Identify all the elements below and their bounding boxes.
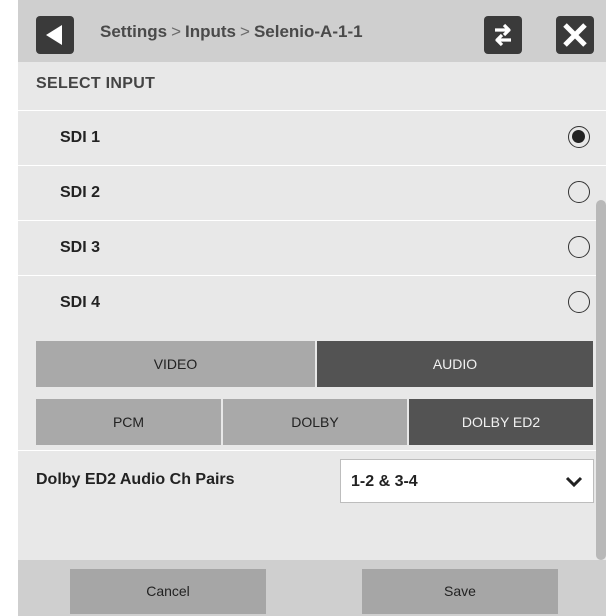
footer-bar: Cancel Save: [18, 560, 606, 616]
section-title: SELECT INPUT: [36, 75, 156, 92]
breadcrumb-settings: Settings: [100, 22, 168, 41]
breadcrumb: Settings > Inputs > Selenio-A-1-1: [100, 22, 363, 42]
dolby-ed2-ch-pairs-row: Dolby ED2 Audio Ch Pairs 1-2 & 3-4: [18, 450, 606, 511]
settings-panel: Settings > Inputs > Selenio-A-1-1 SELECT INP…: [18, 0, 606, 616]
header-bar: Settings > Inputs > Selenio-A-1-1: [18, 0, 606, 62]
radio-unselected-icon[interactable]: [568, 181, 590, 203]
input-option-sdi-1[interactable]: SDI 1: [18, 110, 606, 166]
close-button[interactable]: [556, 16, 594, 54]
input-option-label: SDI 1: [60, 129, 101, 146]
save-button[interactable]: Save: [362, 569, 558, 614]
select-value: 1-2 & 3-4: [351, 473, 418, 490]
dolby-ed2-ch-pairs-label: Dolby ED2 Audio Ch Pairs: [36, 471, 235, 488]
video-audio-tabs: VIDEO AUDIO: [36, 341, 593, 387]
input-option-label: SDI 4: [60, 294, 101, 311]
chevron-down-icon: [565, 476, 583, 488]
radio-unselected-icon[interactable]: [568, 291, 590, 313]
audio-type-dolby-ed2-button[interactable]: DOLBY ED2: [407, 399, 593, 445]
tab-video[interactable]: VIDEO: [36, 341, 315, 387]
audio-type-selector: PCM DOLBY DOLBY ED2: [36, 399, 593, 445]
input-option-label: SDI 3: [60, 239, 101, 256]
input-option-sdi-4[interactable]: SDI 4: [18, 275, 606, 331]
input-option-sdi-3[interactable]: SDI 3: [18, 220, 606, 276]
radio-unselected-icon[interactable]: [568, 236, 590, 258]
breadcrumb-separator: >: [171, 22, 181, 41]
radio-selected-icon[interactable]: [568, 126, 590, 148]
swap-arrows-icon: [495, 23, 511, 47]
input-option-label: SDI 2: [60, 184, 101, 201]
audio-type-pcm-button[interactable]: PCM: [36, 399, 221, 445]
swap-button[interactable]: [484, 16, 522, 54]
tab-audio[interactable]: AUDIO: [315, 341, 593, 387]
cancel-button[interactable]: Cancel: [70, 569, 266, 614]
dolby-ed2-ch-pairs-select[interactable]: 1-2 & 3-4: [340, 459, 594, 503]
close-icon: [563, 23, 587, 47]
audio-type-dolby-button[interactable]: DOLBY: [221, 399, 407, 445]
breadcrumb-inputs: Inputs: [185, 22, 236, 41]
breadcrumb-device: Selenio-A-1-1: [253, 22, 363, 41]
scrollbar[interactable]: [596, 200, 606, 560]
back-button[interactable]: [36, 16, 74, 54]
input-option-sdi-2[interactable]: SDI 2: [18, 165, 606, 221]
breadcrumb-separator: >: [240, 22, 250, 41]
